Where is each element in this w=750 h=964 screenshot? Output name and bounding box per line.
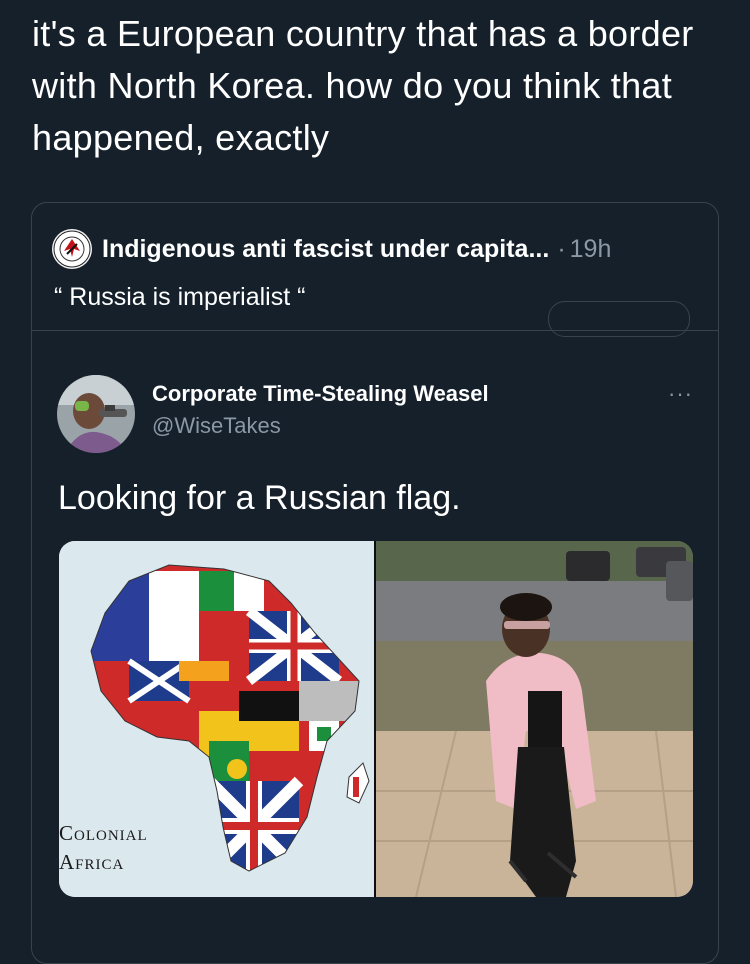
embedded-author-name[interactable]: Corporate Time-Stealing Weasel (152, 381, 489, 407)
quoted-tweet-text: “ Russia is imperialist “ (54, 283, 306, 311)
tweet-text: it's a European country that has a borde… (32, 13, 694, 158)
colonial-africa-map-image[interactable]: Colonial Africa (59, 541, 374, 897)
quoted-tweet-header: Indigenous anti fascist under capita... … (52, 229, 611, 269)
divider (32, 330, 718, 331)
quote-tweet-card[interactable]: Indigenous anti fascist under capita... … (31, 202, 719, 964)
quoted-separator: · (557, 234, 566, 263)
quoted-author-name[interactable]: Indigenous anti fascist under capita... (102, 235, 549, 264)
shrugging-woman-image[interactable] (376, 541, 693, 897)
map-caption: Colonial Africa (59, 819, 148, 877)
photo-woman-illustration (376, 541, 693, 897)
embedded-author-handle[interactable]: @WiseTakes (152, 413, 281, 439)
map-caption-line2: Africa (59, 850, 125, 874)
map-caption-line1: Colonial (59, 821, 148, 845)
show-more-pill[interactable] (548, 301, 690, 337)
emblem-icon (53, 230, 91, 268)
embedded-author-avatar[interactable] (57, 375, 135, 453)
user-photo-icon (57, 375, 135, 453)
more-options-icon[interactable]: ··· (668, 381, 693, 407)
embedded-tweet-text: Looking for a Russian flag. (58, 479, 461, 517)
quoted-author-avatar[interactable] (52, 229, 92, 269)
quoted-timestamp[interactable]: 19h (570, 235, 612, 264)
tweet-media[interactable]: Colonial Africa (59, 541, 693, 897)
